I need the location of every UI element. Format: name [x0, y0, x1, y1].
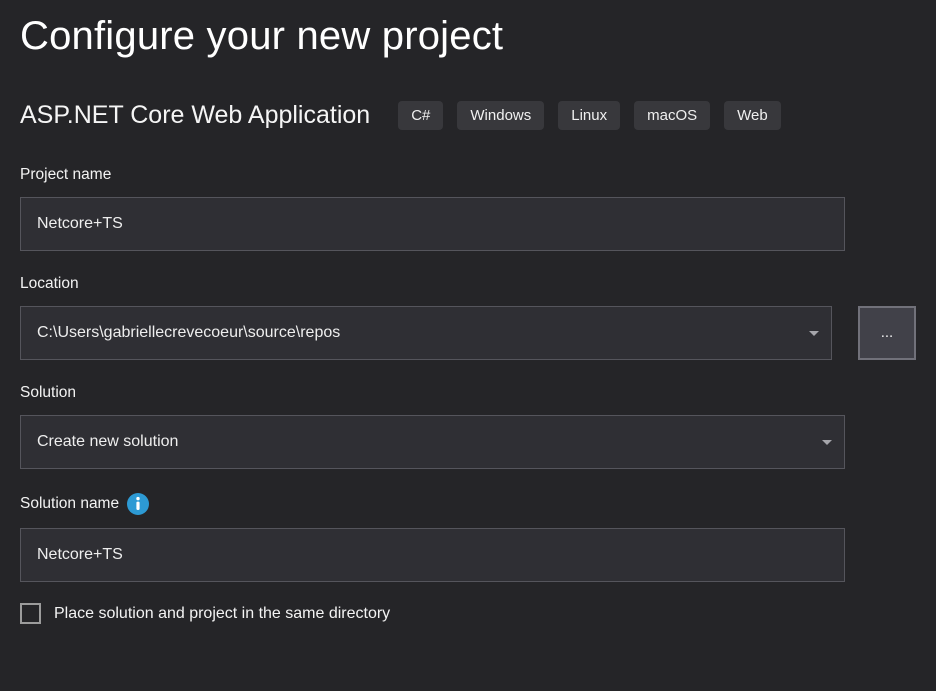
location-row: C:\Users\gabriellecrevecoeur\source\repo…	[20, 306, 916, 360]
solution-value: Create new solution	[37, 433, 178, 451]
configure-project-dialog: Configure your new project ASP.NET Core …	[0, 0, 936, 624]
solution-row: Create new solution	[20, 415, 916, 469]
location-label: Location	[20, 275, 916, 293]
project-name-label: Project name	[20, 166, 916, 184]
chevron-down-icon[interactable]	[809, 331, 819, 336]
template-header: ASP.NET Core Web Application C# Windows …	[20, 101, 916, 130]
solution-name-label: Solution name	[20, 493, 916, 515]
location-combobox[interactable]: C:\Users\gabriellecrevecoeur\source\repo…	[20, 306, 832, 360]
tag-windows: Windows	[457, 101, 544, 130]
project-name-input[interactable]	[20, 197, 845, 251]
same-directory-checkbox[interactable]	[20, 603, 41, 624]
solution-name-label-text: Solution name	[20, 495, 119, 513]
solution-name-input[interactable]	[20, 528, 845, 582]
info-icon[interactable]	[127, 493, 149, 515]
tag-macos: macOS	[634, 101, 710, 130]
location-value: C:\Users\gabriellecrevecoeur\source\repo…	[37, 324, 340, 342]
solution-combobox[interactable]: Create new solution	[20, 415, 845, 469]
chevron-down-icon[interactable]	[822, 440, 832, 445]
tag-web: Web	[724, 101, 781, 130]
same-directory-label: Place solution and project in the same d…	[54, 605, 390, 623]
browse-button[interactable]: ...	[858, 306, 916, 360]
solution-label: Solution	[20, 384, 916, 402]
tag-csharp: C#	[398, 101, 443, 130]
tag-linux: Linux	[558, 101, 620, 130]
same-directory-row: Place solution and project in the same d…	[20, 603, 916, 624]
template-name: ASP.NET Core Web Application	[20, 101, 370, 130]
page-title: Configure your new project	[20, 14, 916, 59]
template-tags: C# Windows Linux macOS Web	[398, 101, 781, 130]
